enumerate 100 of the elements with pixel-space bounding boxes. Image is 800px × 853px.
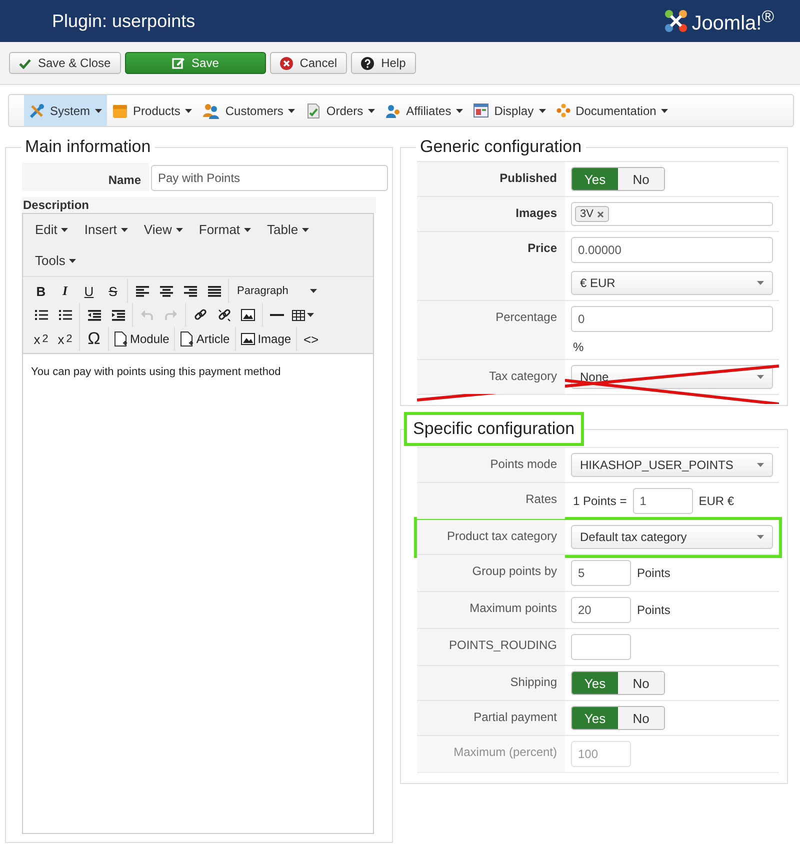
caret-icon	[176, 228, 183, 232]
align-justify-icon	[208, 286, 220, 296]
toggle-option[interactable]: No	[618, 707, 664, 729]
caret-icon	[310, 289, 318, 293]
field-label: Points mode	[490, 457, 557, 471]
document-plus-icon	[114, 331, 127, 347]
caret-icon	[368, 108, 376, 112]
editor-menu[interactable]: Format	[192, 214, 258, 245]
menu-item[interactable]: Customers	[197, 95, 300, 126]
insert-button[interactable]: Module	[111, 328, 172, 350]
menu-item[interactable]: Display	[468, 95, 551, 126]
help-button[interactable]: Help	[351, 52, 416, 74]
users-icon	[202, 102, 220, 118]
unlink-icon	[218, 308, 230, 322]
tags-input[interactable]: 3V	[571, 202, 773, 226]
editor-menu[interactable]: Tools	[29, 245, 82, 276]
italic-button[interactable]: I	[53, 280, 77, 302]
caret-icon	[288, 108, 296, 112]
flower-icon	[556, 103, 571, 118]
name-input[interactable]: Pay with Points	[151, 165, 388, 191]
editor-menu[interactable]: Edit	[29, 214, 74, 245]
field-label: Group points by	[472, 564, 557, 578]
editor-menu[interactable]: Insert	[78, 214, 134, 245]
caret-icon	[757, 281, 764, 285]
bold-button[interactable]: B	[29, 280, 53, 302]
caret-icon	[307, 313, 314, 317]
edit-icon	[172, 57, 185, 69]
logo-icon	[664, 9, 688, 33]
menu-item[interactable]: Documentation	[550, 95, 674, 126]
dropdown-select[interactable]: HIKASHOP_USER_POINTS	[571, 453, 773, 477]
toggle-option[interactable]: No	[618, 672, 664, 694]
text-input[interactable]: 0.00000	[571, 237, 773, 263]
text-input[interactable]: 5	[571, 560, 631, 586]
strike-button[interactable]: S	[101, 280, 125, 302]
toggle-option[interactable]: Yes	[572, 168, 618, 190]
dropdown-select[interactable]: Default tax category	[571, 525, 773, 549]
editor-menu[interactable]: Table	[261, 214, 316, 245]
toggle-option[interactable]: Yes	[572, 672, 618, 694]
code-button[interactable]: <>	[299, 328, 324, 350]
menu-item[interactable]: Orders	[300, 95, 380, 126]
text-input[interactable]	[571, 634, 631, 660]
field-label: Maximum (percent)	[454, 745, 557, 759]
caret-icon	[661, 108, 668, 112]
caret-icon	[302, 228, 310, 232]
dropdown-select[interactable]: € EUR	[571, 271, 773, 295]
field-label: Partial payment	[474, 710, 557, 724]
text-input[interactable]: 0	[571, 306, 773, 332]
text-input[interactable]: 1	[632, 488, 693, 514]
caret-icon	[95, 108, 102, 112]
underline-button[interactable]: U	[77, 280, 101, 302]
help-icon	[361, 56, 374, 70]
caret-icon	[120, 228, 128, 232]
align-right-icon	[184, 286, 196, 296]
save-close-button[interactable]: Save & Close	[9, 52, 121, 74]
tools-icon	[29, 102, 45, 118]
caret-icon	[538, 108, 546, 112]
menu-item[interactable]: Products	[107, 95, 198, 126]
caret-icon	[757, 375, 764, 379]
cancel-icon	[280, 56, 293, 70]
unit-text: %	[572, 340, 585, 354]
document-plus-icon	[180, 331, 194, 347]
field-label: Description	[22, 197, 376, 213]
outdent-icon	[88, 310, 100, 320]
text-input[interactable]: 20	[571, 597, 631, 623]
logo-text: Joomla!$^{®}$	[692, 6, 774, 36]
menu-item[interactable]: System	[24, 95, 108, 126]
editor-text: You can pay with points using this payment method	[31, 366, 282, 378]
caret-icon	[61, 228, 68, 232]
remove-icon[interactable]	[597, 210, 604, 218]
image-icon	[240, 333, 255, 345]
insert-button[interactable]: Image	[238, 328, 294, 350]
symbol-button[interactable]: Ω	[82, 328, 106, 350]
format-select[interactable]: Paragraph	[231, 280, 324, 302]
menu-item[interactable]: Affiliates	[380, 95, 468, 126]
indent-icon	[112, 310, 124, 320]
save-button[interactable]: Save	[124, 52, 266, 74]
caret-icon	[69, 258, 76, 262]
user-icon	[385, 102, 402, 118]
field-label: Published	[500, 171, 557, 185]
caret-icon	[757, 463, 764, 467]
box-icon	[112, 102, 128, 118]
insert-button[interactable]: Article	[177, 328, 233, 350]
caret-icon	[185, 108, 192, 112]
field-label: Price	[528, 241, 557, 255]
cancel-button[interactable]: Cancel	[270, 52, 348, 74]
field-label: Maximum points	[470, 601, 557, 615]
caret-icon	[757, 535, 764, 539]
redo-icon	[165, 310, 177, 320]
toggle-option[interactable]: Yes	[572, 707, 618, 729]
field-label: Tax category	[488, 369, 557, 383]
image-icon	[241, 309, 255, 321]
field-label: Shipping	[510, 675, 557, 689]
editor-menu[interactable]: View	[138, 214, 189, 245]
table-icon	[292, 310, 305, 320]
panel-legend: Generic configuration	[416, 137, 586, 157]
field-label: Percentage	[496, 310, 557, 324]
link-icon	[194, 308, 206, 322]
tag-chip[interactable]: 3V	[575, 206, 610, 222]
toggle-option[interactable]: No	[618, 168, 664, 190]
unit-text: Points	[636, 603, 672, 617]
